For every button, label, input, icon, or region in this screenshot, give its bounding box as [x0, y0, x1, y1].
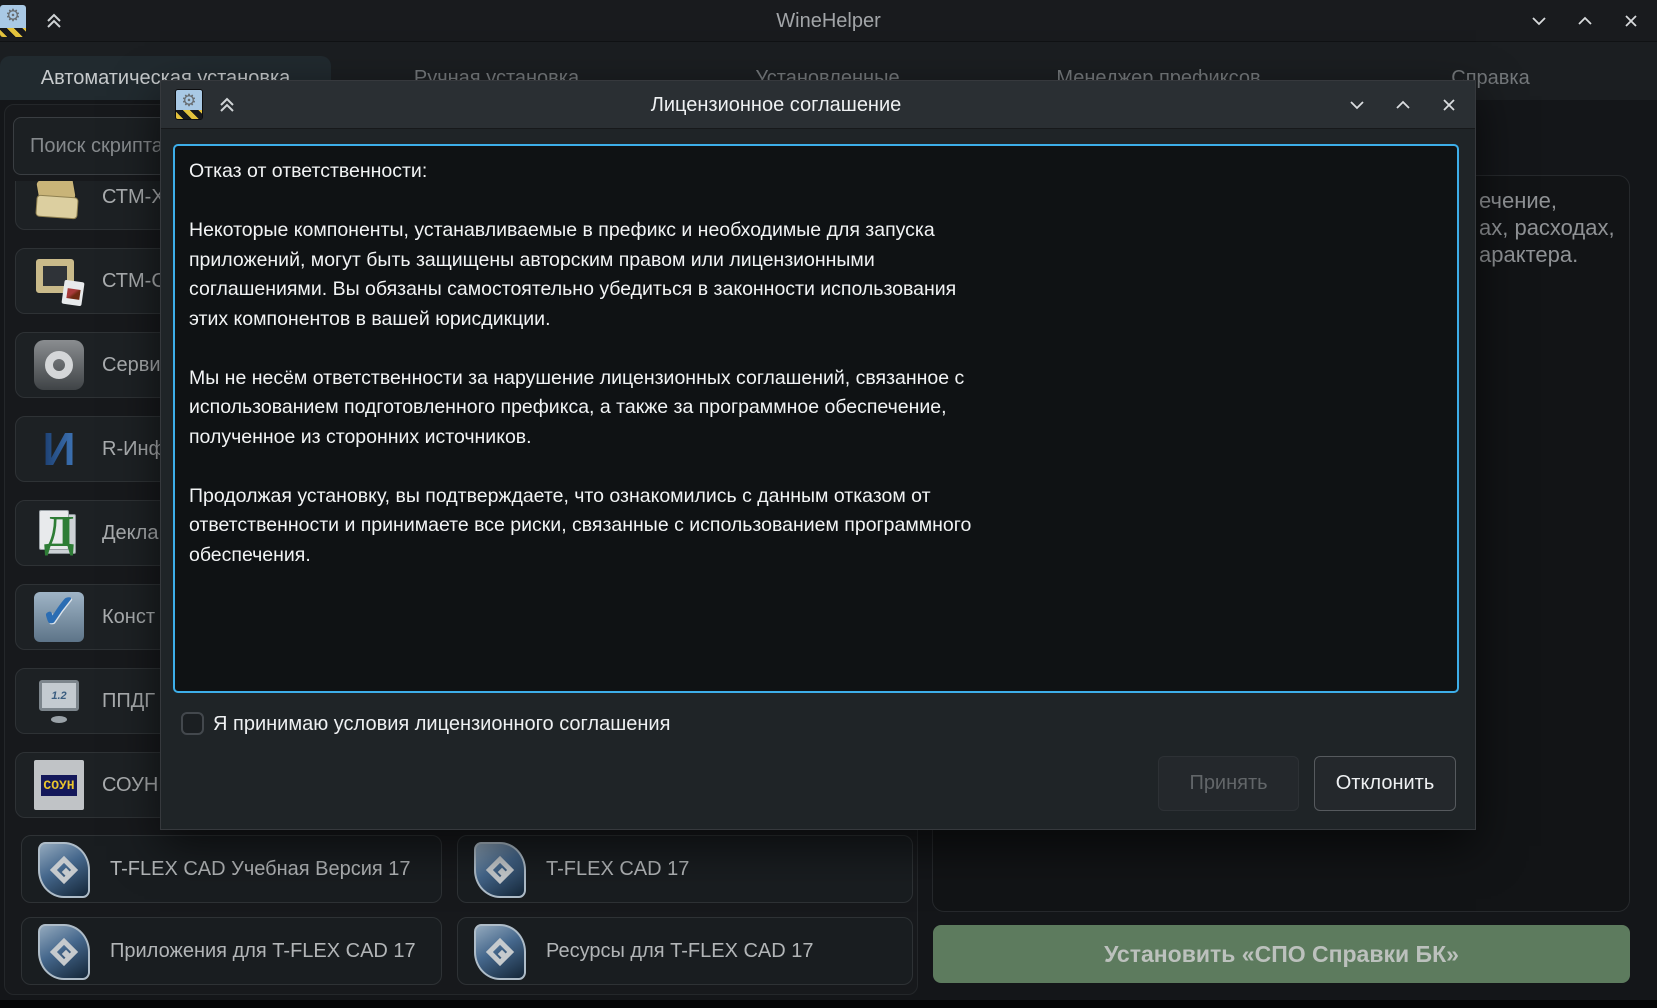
tflex-icon: [474, 924, 526, 980]
letter-i-icon: И: [34, 424, 84, 474]
dialog-title: Лицензионное соглашение: [161, 81, 1391, 129]
license-dialog: ⚙ Лицензионное соглашение Отказ от ответ…: [160, 80, 1476, 830]
maximize-icon[interactable]: [1393, 95, 1413, 115]
dialog-titlebar: ⚙ Лицензионное соглашение: [161, 81, 1475, 129]
window-title: WineHelper: [0, 0, 1657, 42]
main-titlebar: ⚙ WineHelper: [0, 0, 1657, 42]
tflex-button-resources[interactable]: Ресурсы для T-FLEX CAD 17: [457, 917, 913, 985]
checkmark-screen-icon: ✓: [34, 592, 84, 642]
tflex-icon: [474, 842, 526, 898]
tflex-label: Ресурсы для T-FLEX CAD 17: [546, 918, 814, 984]
description-text-fragment: ах, расходах,: [1479, 214, 1615, 241]
decline-button[interactable]: Отклонить: [1314, 756, 1456, 811]
minimize-icon[interactable]: [1347, 95, 1367, 115]
ring-icon: [34, 340, 84, 390]
tflex-label: Приложения для T-FLEX CAD 17: [110, 918, 416, 984]
tflex-icon: [38, 842, 90, 898]
close-icon[interactable]: [1621, 11, 1641, 31]
accept-license-label: Я принимаю условия лицензионного соглаше…: [213, 704, 670, 744]
script-label: СТМ-Х: [102, 181, 165, 229]
maximize-icon[interactable]: [1575, 11, 1595, 31]
window-controls: [1529, 0, 1641, 42]
soun-badge-icon: СОУН: [34, 760, 84, 810]
tflex-icon: [38, 924, 90, 980]
install-spo-button[interactable]: Установить «СПО Справки БК»: [933, 925, 1630, 983]
script-label: Конст: [102, 585, 155, 649]
tflex-button-cad17[interactable]: T-FLEX CAD 17: [457, 835, 913, 903]
script-label: СОУН: [102, 753, 158, 817]
description-text-fragment: арактера.: [1479, 241, 1578, 268]
script-label: R-Инф: [102, 417, 165, 481]
accept-license-checkbox[interactable]: [181, 712, 204, 735]
tflex-button-edu[interactable]: T-FLEX CAD Учебная Версия 17: [21, 835, 442, 903]
description-text-fragment: ечение,: [1479, 187, 1557, 214]
minimize-icon[interactable]: [1529, 11, 1549, 31]
script-label: Серви: [102, 333, 161, 397]
frame-photo-icon: [34, 256, 84, 306]
monitor-icon: 1.2: [34, 676, 84, 726]
documents-icon: Д: [34, 508, 84, 558]
tflex-label: T-FLEX CAD 17: [546, 836, 689, 902]
script-label: Декла: [102, 501, 158, 565]
screen: ⚙ WineHelper Автоматическая установка: [0, 0, 1657, 1008]
script-label: ППДГ: [102, 669, 155, 733]
tflex-button-apps[interactable]: Приложения для T-FLEX CAD 17: [21, 917, 442, 985]
script-label: СТМ-С: [102, 249, 166, 313]
folders-icon: [34, 181, 84, 222]
close-icon[interactable]: [1439, 95, 1459, 115]
accept-button[interactable]: Принять: [1158, 756, 1299, 811]
license-text-area[interactable]: Отказ от ответственности: Некоторые комп…: [173, 144, 1459, 693]
tflex-label: T-FLEX CAD Учебная Версия 17: [110, 836, 411, 902]
dialog-window-controls: [1347, 81, 1459, 129]
